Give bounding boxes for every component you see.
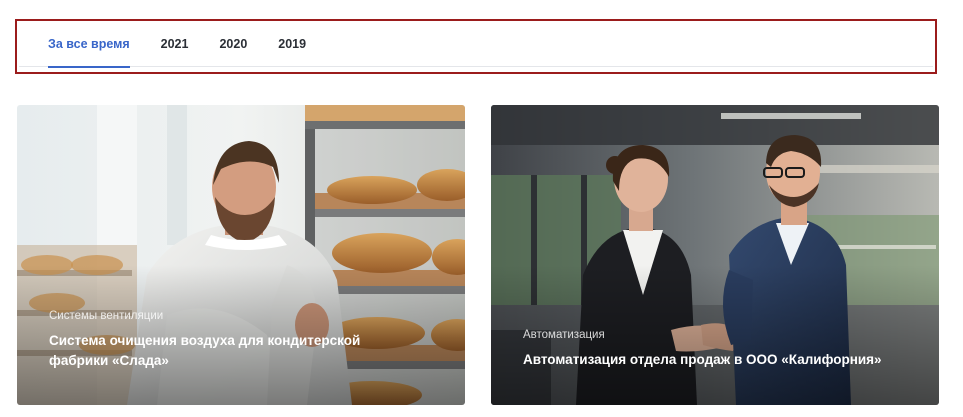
year-filter-tabs: За все время 2021 2020 2019	[19, 21, 933, 68]
case-card-ventilation[interactable]: Системы вентиляции Система очищения возд…	[17, 105, 465, 405]
card-category[interactable]: Системы вентиляции	[49, 310, 441, 322]
year-filter-frame: За все время 2021 2020 2019	[15, 19, 937, 74]
tab-2019[interactable]: 2019	[278, 21, 306, 67]
case-card-automation[interactable]: Автоматизация Автоматизация отдела прода…	[491, 105, 939, 405]
card-caption: Системы вентиляции Система очищения возд…	[49, 310, 441, 371]
tab-2021[interactable]: 2021	[161, 21, 189, 67]
card-title[interactable]: Автоматизация отдела продаж в ООО «Калиф…	[523, 350, 915, 370]
card-caption: Автоматизация Автоматизация отдела прода…	[523, 329, 915, 370]
card-title[interactable]: Система очищения воздуха для кондитерско…	[49, 331, 389, 371]
card-category[interactable]: Автоматизация	[523, 329, 915, 341]
tab-all-time[interactable]: За все время	[48, 21, 130, 68]
tab-2020[interactable]: 2020	[219, 21, 247, 67]
